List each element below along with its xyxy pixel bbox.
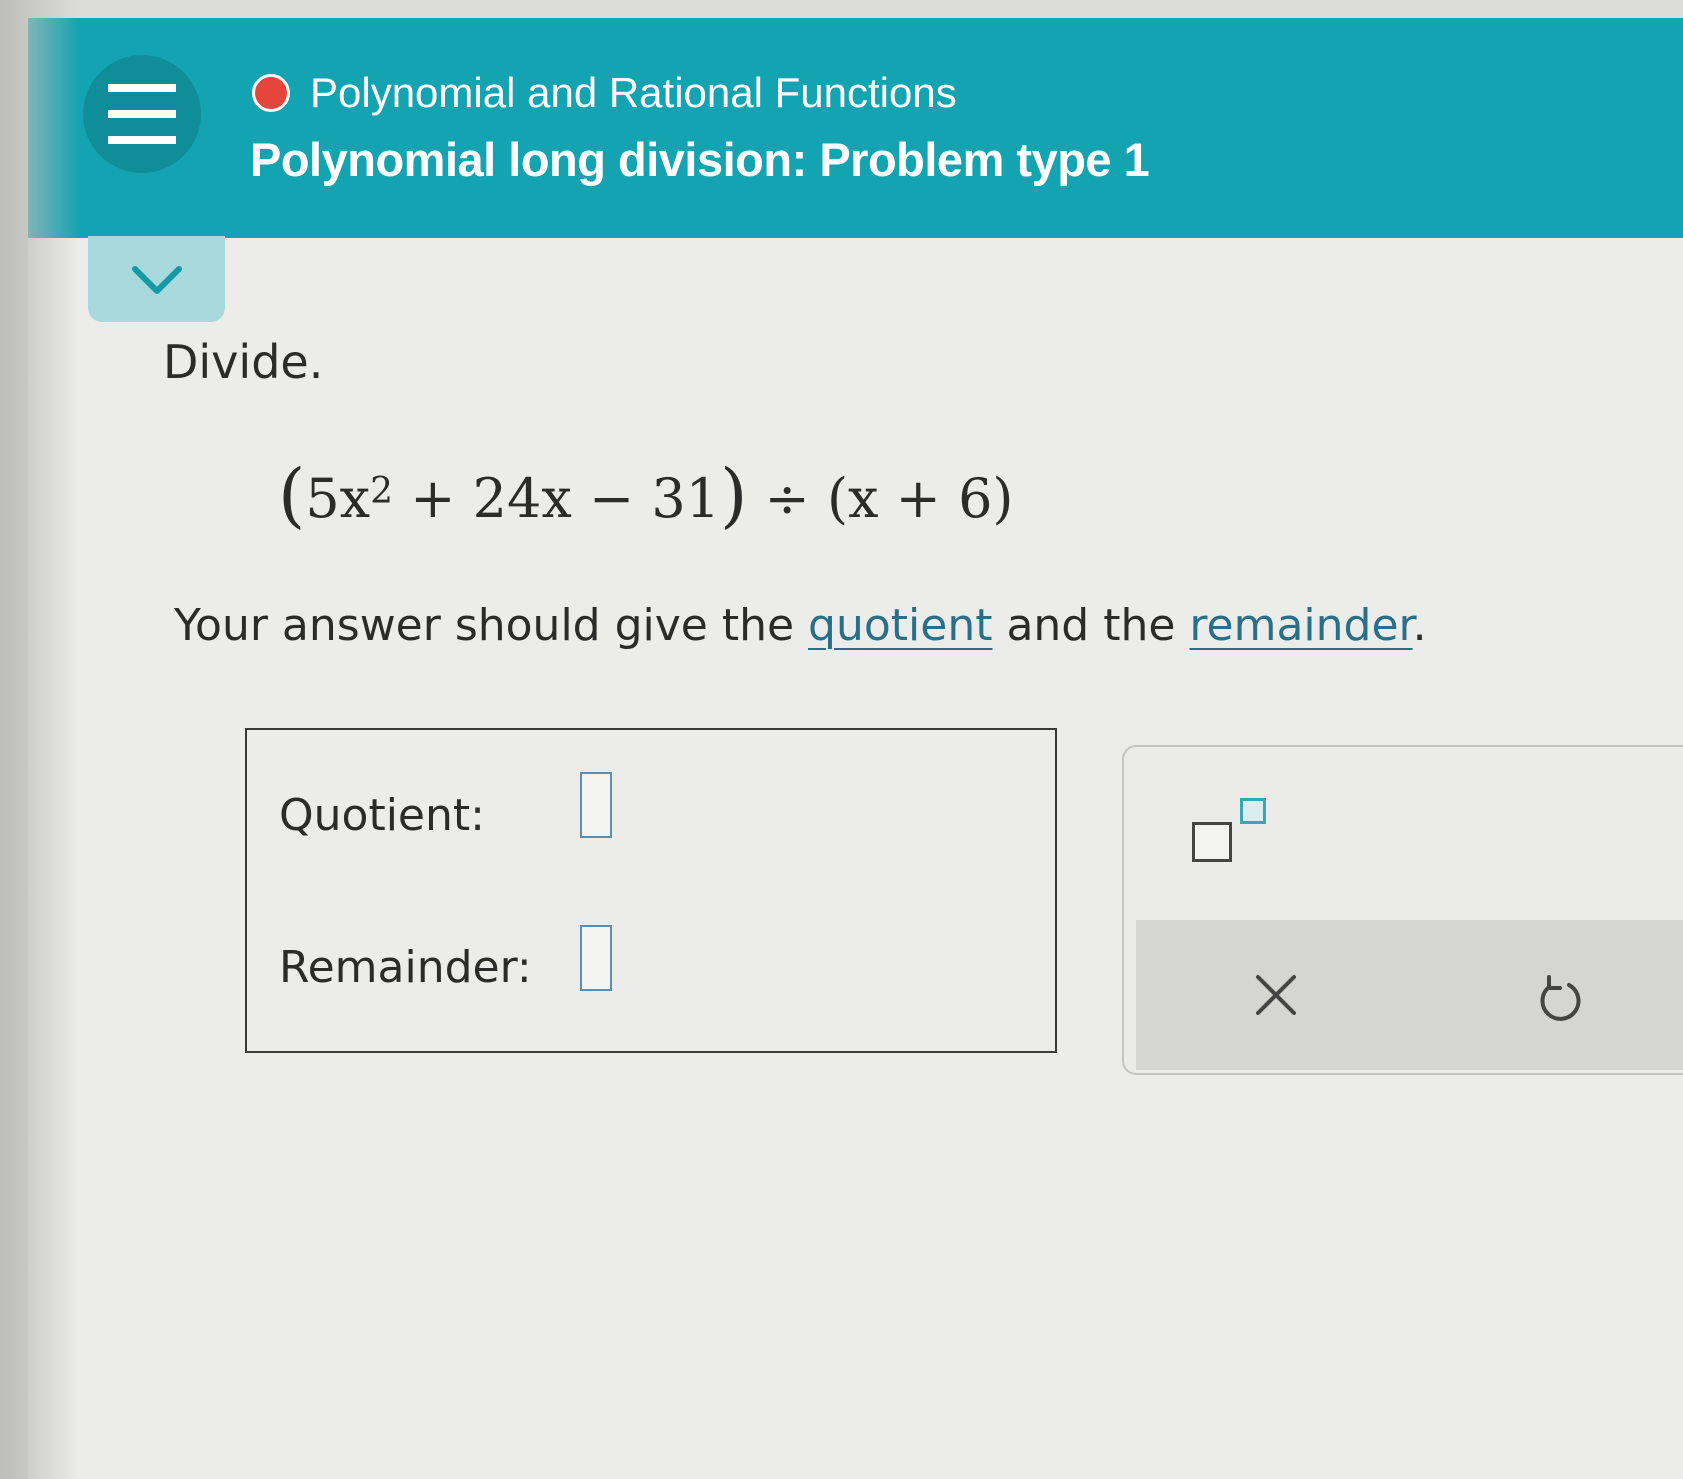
menu-button[interactable]: [83, 55, 201, 173]
answer-box: Quotient: Remainder:: [245, 728, 1057, 1053]
remaining-terms: + 24x − 31: [393, 467, 721, 530]
remainder-input[interactable]: [580, 925, 612, 991]
top-header: [28, 18, 1683, 238]
collapse-header-button[interactable]: [88, 236, 225, 322]
quotient-definition-link[interactable]: quotient: [808, 600, 992, 651]
topic-row: Polynomial and Rational Functions: [252, 69, 957, 116]
quotient-label: Quotient:: [279, 790, 485, 841]
divide-sign: ÷: [747, 467, 827, 530]
instruction-before: Your answer should give the: [174, 600, 809, 651]
hamburger-menu-icon: [108, 84, 176, 144]
undo-button[interactable]: [1520, 960, 1600, 1040]
quotient-input[interactable]: [580, 772, 612, 838]
instruction-text: Your answer should give the quotient and…: [174, 600, 1427, 651]
close-paren: ): [720, 454, 748, 536]
remainder-label: Remainder:: [279, 942, 532, 993]
exponent: 2: [370, 471, 394, 512]
math-expression: ( 5x 2 + 24x − 31 ) ÷ (x + 6): [278, 460, 1014, 530]
open-paren: (: [278, 454, 306, 536]
leading-term: 5x: [305, 467, 371, 530]
exponent-button[interactable]: [1180, 790, 1280, 870]
instruction-after: .: [1412, 600, 1427, 651]
topic-label: Polynomial and Rational Functions: [310, 69, 957, 116]
undo-icon: [1540, 975, 1581, 1021]
problem-title: Polynomial long division: Problem type 1: [250, 133, 1150, 186]
chevron-down-icon: [131, 266, 182, 294]
instruction-middle: and the: [992, 600, 1190, 651]
problem-prompt: Divide.: [163, 335, 324, 389]
topic-status-dot: [252, 74, 290, 112]
clear-button[interactable]: [1236, 955, 1316, 1035]
tool-action-bar: [1136, 920, 1683, 1070]
close-icon: [1256, 975, 1296, 1015]
divisor: (x + 6): [826, 467, 1014, 530]
remainder-definition-link[interactable]: remainder: [1189, 600, 1412, 651]
